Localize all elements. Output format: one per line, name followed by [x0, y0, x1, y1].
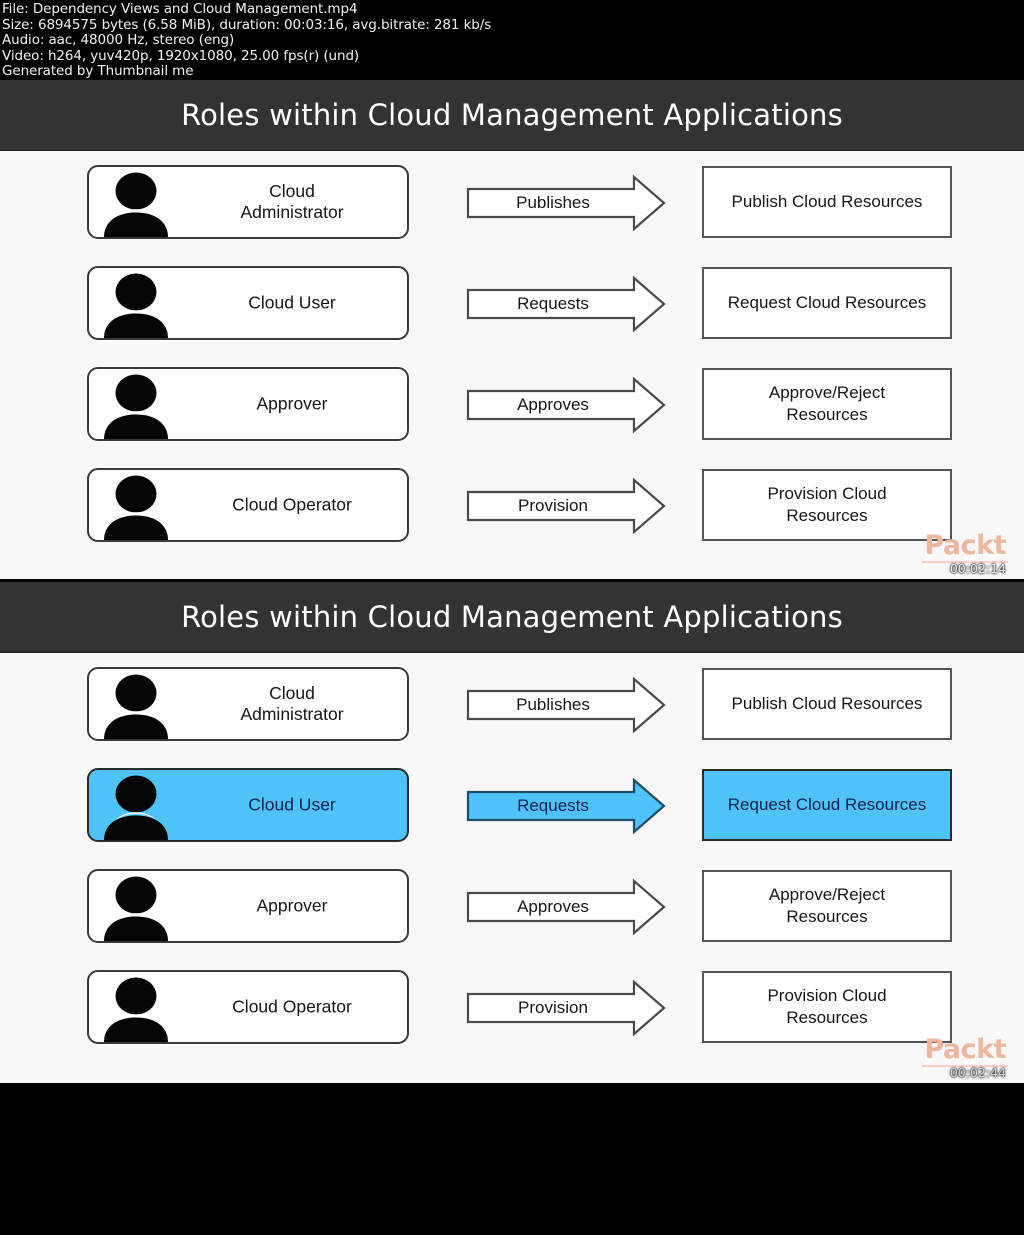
role-flow-row: Approver Approves Approve/Reject Resources: [0, 367, 1024, 442]
resource-box[interactable]: Request Cloud Resources: [702, 267, 952, 339]
person-silhouette-icon: [104, 775, 168, 840]
person-silhouette-icon: [97, 373, 175, 439]
block-arrow-shape: [466, 377, 666, 433]
role-flow-row: Cloud User Requests Request Cloud Resource…: [0, 768, 1024, 843]
role-box[interactable]: Cloud User: [87, 266, 409, 340]
packt-logo: Packt 00:02:14: [898, 530, 1008, 576]
person-silhouette-icon: [104, 977, 168, 1042]
role-flow-row: Cloud Administrator Publishes Publish Clou…: [0, 165, 1024, 240]
role-box[interactable]: Cloud Operator: [87, 468, 409, 542]
block-arrow-shape: [466, 276, 666, 332]
resource-box[interactable]: Provision Cloud Resources: [702, 469, 952, 541]
block-arrow-shape: [466, 778, 666, 834]
role-box[interactable]: Cloud Operator: [87, 970, 409, 1044]
slide-thumbnail-1[interactable]: Roles within Cloud Management Applicatio…: [0, 80, 1024, 579]
packt-wordmark: Packt: [922, 1034, 1008, 1067]
role-flow-row: Cloud Operator Provision Provision Cloud R…: [0, 970, 1024, 1045]
meta-line-audio: Audio: aac, 48000 Hz, stereo (eng): [2, 32, 235, 49]
action-arrow[interactable]: Provision: [466, 980, 666, 1036]
role-label: Cloud Administrator: [240, 683, 344, 724]
role-label: Cloud Administrator: [240, 181, 344, 222]
person-silhouette-icon: [97, 171, 175, 237]
resource-box[interactable]: Approve/Reject Resources: [702, 368, 952, 440]
packt-wordmark: Packt: [922, 530, 1008, 563]
role-label: Cloud User: [248, 292, 336, 313]
meta-line-file: File: Dependency Views and Cloud Managem…: [2, 1, 358, 17]
role-flow-row: Cloud Administrator Publishes Publish Clou…: [0, 667, 1024, 742]
person-silhouette-icon: [97, 774, 175, 840]
packt-logo: Packt 00:02:44: [898, 1034, 1008, 1080]
person-silhouette-icon: [104, 475, 168, 540]
slide-title-bar-1: Roles within Cloud Management Applicatio…: [0, 80, 1024, 151]
action-arrow[interactable]: Approves: [466, 879, 666, 935]
video-metadata-header: File: Dependency Views and Cloud Managem…: [0, 0, 1024, 80]
block-arrow-shape: [466, 478, 666, 534]
person-silhouette-icon: [97, 474, 175, 540]
block-arrow-shape: [466, 175, 666, 231]
person-silhouette-icon: [97, 272, 175, 338]
role-label: Cloud Operator: [232, 494, 352, 515]
meta-line-video: Video: h264, yuv420p, 1920x1080, 25.00 f…: [2, 47, 360, 64]
action-arrow[interactable]: Approves: [466, 377, 666, 433]
role-box[interactable]: Cloud User: [87, 768, 409, 842]
meta-line-size: Size: 6894575 bytes (6.58 MiB), duration…: [2, 16, 492, 33]
role-label: Approver: [256, 895, 328, 916]
role-box[interactable]: Approver: [87, 869, 409, 943]
action-arrow[interactable]: Publishes: [466, 677, 666, 733]
resource-box[interactable]: Publish Cloud Resources: [702, 668, 952, 740]
action-arrow[interactable]: Requests: [466, 778, 666, 834]
page-title: Roles within Cloud Management Applicatio…: [181, 98, 843, 132]
role-box[interactable]: Approver: [87, 367, 409, 441]
role-flow-row: Approver Approves Approve/Reject Resources: [0, 869, 1024, 944]
meta-line-generator: Generated by Thumbnail me: [2, 63, 194, 80]
resource-box[interactable]: Request Cloud Resources: [702, 769, 952, 841]
person-silhouette-icon: [104, 273, 168, 338]
role-label: Approver: [256, 393, 328, 414]
action-arrow[interactable]: Publishes: [466, 175, 666, 231]
slide-timestamp: 00:02:44: [949, 1065, 1006, 1080]
role-label: Cloud Operator: [232, 996, 352, 1017]
block-arrow-shape: [466, 677, 666, 733]
slide-body-2: Cloud Administrator Publishes Publish Clou…: [0, 653, 1024, 1083]
person-silhouette-icon: [104, 374, 168, 439]
person-silhouette-icon: [104, 876, 168, 941]
role-box[interactable]: Cloud Administrator: [87, 667, 409, 741]
person-silhouette-icon: [97, 976, 175, 1042]
action-arrow[interactable]: Provision: [466, 478, 666, 534]
person-silhouette-icon: [104, 172, 168, 237]
resource-box[interactable]: Publish Cloud Resources: [702, 166, 952, 238]
action-arrow[interactable]: Requests: [466, 276, 666, 332]
block-arrow-shape: [466, 879, 666, 935]
slide-title-bar-2: Roles within Cloud Management Applicatio…: [0, 582, 1024, 653]
slide-body-1: Cloud Administrator Publishes Publish Clou…: [0, 151, 1024, 579]
role-box[interactable]: Cloud Administrator: [87, 165, 409, 239]
person-silhouette-icon: [97, 875, 175, 941]
role-flow-row: Cloud User Requests Request Cloud Resource…: [0, 266, 1024, 341]
role-flow-row: Cloud Operator Provision Provision Cloud R…: [0, 468, 1024, 543]
role-label: Cloud User: [248, 794, 336, 815]
person-silhouette-icon: [97, 673, 175, 739]
resource-box[interactable]: Approve/Reject Resources: [702, 870, 952, 942]
page-title: Roles within Cloud Management Applicatio…: [181, 600, 843, 634]
resource-box[interactable]: Provision Cloud Resources: [702, 971, 952, 1043]
person-silhouette-icon: [104, 674, 168, 739]
slide-timestamp: 00:02:14: [949, 561, 1006, 576]
slide-thumbnail-2[interactable]: Roles within Cloud Management Applicatio…: [0, 582, 1024, 1083]
block-arrow-shape: [466, 980, 666, 1036]
